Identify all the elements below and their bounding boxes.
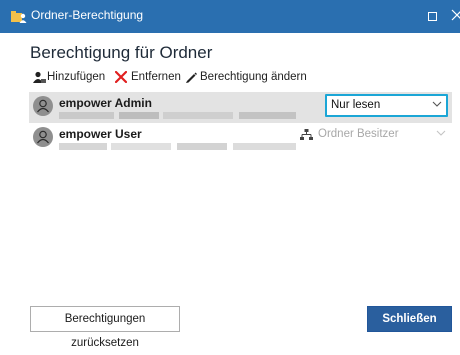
add-button-label: Hinzufügen: [47, 71, 106, 83]
x-icon: [115, 71, 127, 83]
user-name: empower User: [59, 127, 142, 141]
remove-button-label: Entfernen: [131, 71, 181, 83]
add-user-icon: [33, 71, 46, 83]
page-title: Berechtigung für Ordner: [30, 43, 213, 62]
title-bar: Ordner-Berechtigung: [0, 0, 460, 33]
change-permission-label: Berechtigung ändern: [200, 71, 307, 83]
chevron-down-icon: [432, 101, 442, 107]
permission-select-disabled: Ordner Besitzer: [300, 126, 452, 146]
maximize-icon[interactable]: [428, 12, 437, 21]
list-item[interactable]: empower Admin Nur lesen: [29, 92, 452, 123]
folder-users-icon: [11, 11, 27, 23]
close-button[interactable]: Schließen: [367, 306, 452, 332]
permission-select[interactable]: Nur lesen: [325, 94, 448, 117]
user-icon: [33, 127, 53, 147]
list-item[interactable]: empower User Ordner Besitzer: [29, 123, 452, 154]
reset-permissions-button[interactable]: Berechtigungen zurücksetzen: [30, 306, 180, 349]
permission-select-value: Nur lesen: [331, 99, 381, 111]
remove-button[interactable]: Entfernen: [115, 70, 181, 86]
permission-select-value: Ordner Besitzer: [318, 128, 399, 140]
user-name: empower Admin: [59, 96, 152, 110]
network-icon: [300, 129, 313, 140]
change-permission-button[interactable]: Berechtigung ändern: [185, 70, 307, 86]
close-icon[interactable]: [451, 8, 460, 21]
redacted-detail: [59, 143, 296, 150]
window-title: Ordner-Berechtigung: [31, 8, 144, 22]
pencil-icon: [186, 72, 197, 83]
chevron-down-icon: [436, 130, 446, 136]
add-button[interactable]: Hinzufügen: [33, 70, 106, 86]
redacted-detail: [59, 112, 296, 119]
user-icon: [33, 96, 53, 116]
